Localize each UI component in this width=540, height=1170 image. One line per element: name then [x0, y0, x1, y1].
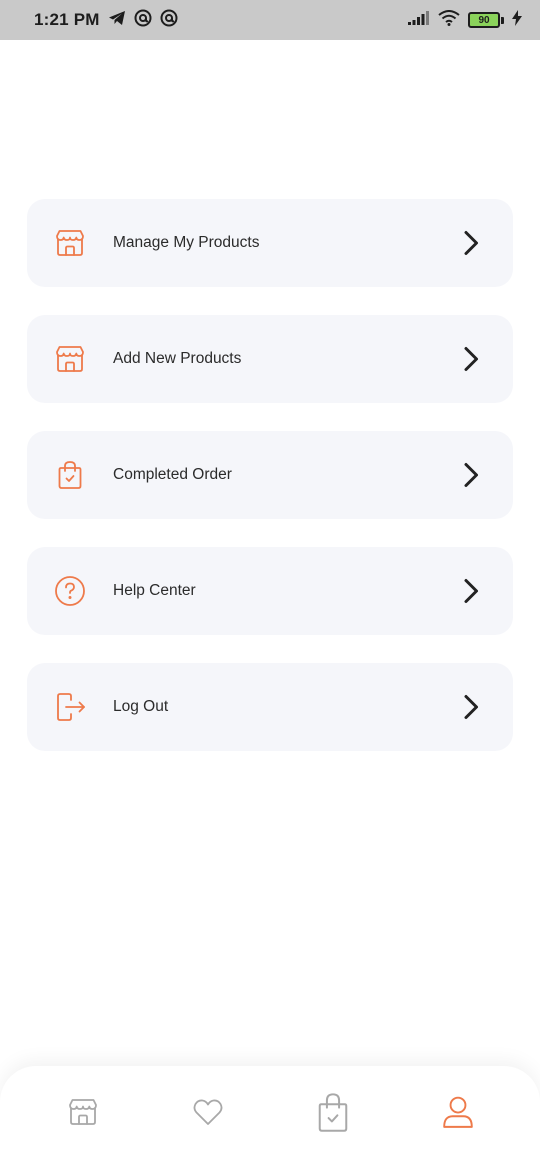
- battery-level: 90: [468, 12, 500, 28]
- nav-item-profile[interactable]: [428, 1084, 488, 1144]
- store-icon: [53, 342, 87, 376]
- battery-tip: [501, 16, 504, 24]
- chevron-right-icon: [459, 229, 483, 257]
- telegram-icon: [108, 10, 126, 31]
- heart-icon: [192, 1096, 224, 1133]
- menu-item-completed-order[interactable]: Completed Order: [27, 431, 513, 519]
- chevron-right-icon: [459, 461, 483, 489]
- shopping-bag-check-icon: [315, 1091, 351, 1138]
- charging-icon: [512, 9, 522, 31]
- nav-item-orders[interactable]: [303, 1084, 363, 1144]
- menu-item-label: Completed Order: [113, 466, 232, 483]
- at-sign-icon: [160, 9, 178, 32]
- help-circle-icon: [53, 574, 87, 608]
- status-right: 90: [408, 9, 522, 31]
- logout-icon: [53, 690, 87, 724]
- menu-item-label: Add New Products: [113, 350, 242, 367]
- menu-item-add-products[interactable]: Add New Products: [27, 315, 513, 403]
- menu-item-label: Manage My Products: [113, 234, 260, 251]
- store-icon: [67, 1096, 99, 1133]
- signal-icon: [408, 10, 430, 30]
- menu-item-log-out[interactable]: Log Out: [27, 663, 513, 751]
- bottom-nav: [0, 1066, 540, 1170]
- status-left: 1:21 PM: [34, 9, 178, 32]
- menu-item-help-center[interactable]: Help Center: [27, 547, 513, 635]
- store-icon: [53, 226, 87, 260]
- battery-icon: 90: [468, 12, 504, 28]
- nav-item-favorites[interactable]: [178, 1084, 238, 1144]
- profile-menu: Manage My Products Add New Products Comp…: [27, 199, 513, 779]
- chevron-right-icon: [459, 577, 483, 605]
- menu-item-label: Help Center: [113, 582, 196, 599]
- shopping-bag-check-icon: [53, 458, 87, 492]
- status-time: 1:21 PM: [34, 10, 100, 29]
- at-sign-icon: [134, 9, 152, 32]
- nav-item-store[interactable]: [53, 1084, 113, 1144]
- user-icon: [441, 1095, 475, 1134]
- menu-item-label: Log Out: [113, 698, 169, 715]
- menu-item-manage-products[interactable]: Manage My Products: [27, 199, 513, 287]
- chevron-right-icon: [459, 345, 483, 373]
- chevron-right-icon: [459, 693, 483, 721]
- wifi-icon: [438, 9, 460, 31]
- status-bar: 1:21 PM 90: [0, 0, 540, 40]
